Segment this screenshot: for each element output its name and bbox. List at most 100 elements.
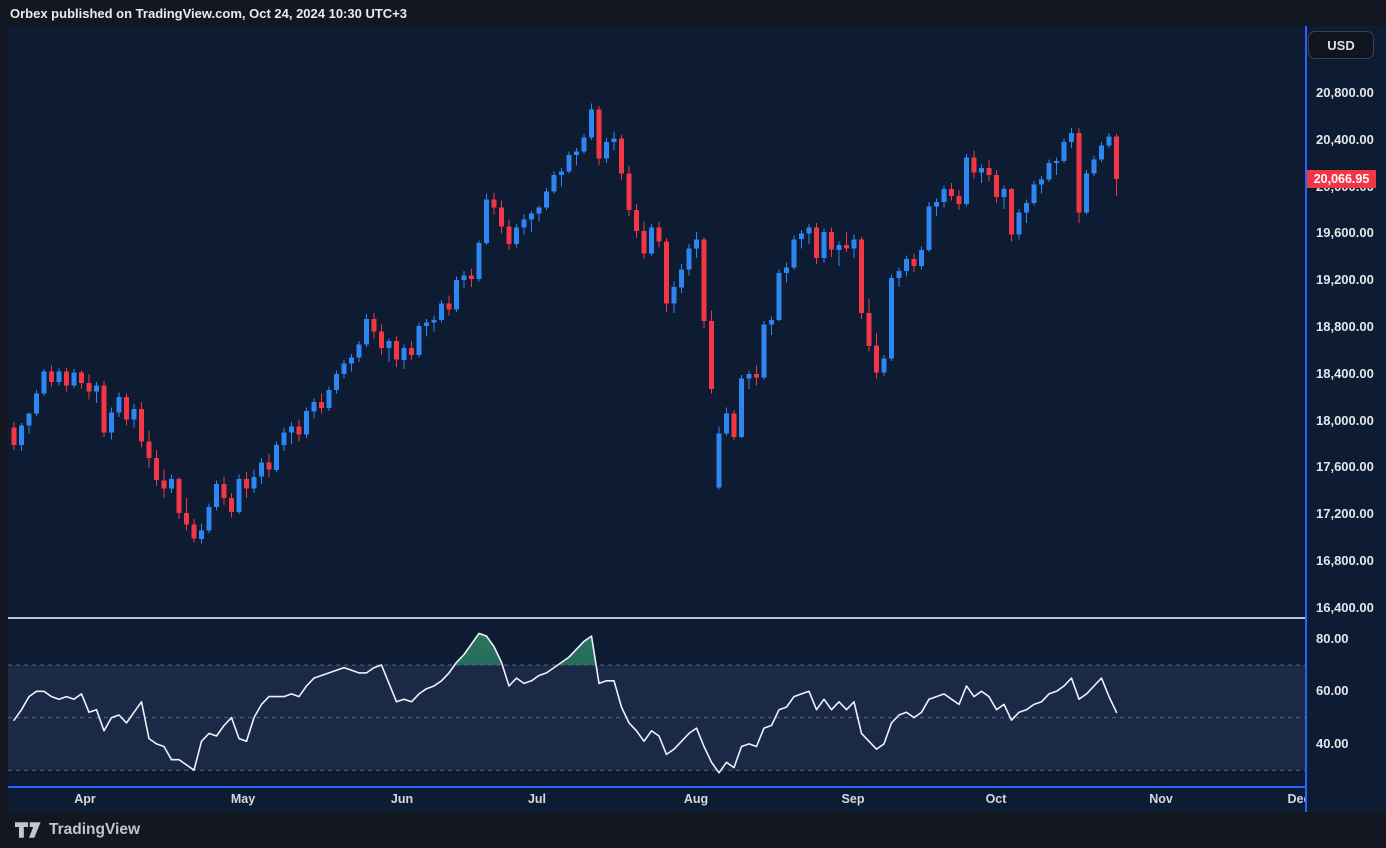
bull-candle — [56, 371, 62, 382]
bear-candle — [296, 426, 302, 435]
oscillator-axis-label: 60.00 — [1316, 683, 1349, 699]
bear-candle — [49, 371, 54, 382]
bull-candle — [169, 479, 174, 489]
bull-candle — [694, 239, 699, 249]
bull-candle — [889, 277, 894, 359]
bear-candle — [859, 239, 864, 313]
bull-candle — [581, 137, 587, 152]
price-axis-label: 18,800.00 — [1316, 319, 1374, 334]
bear-candle — [986, 167, 992, 175]
bear-candle — [146, 441, 152, 459]
time-axis-label-oct: Oct — [985, 792, 1007, 806]
time-axis[interactable]: Apr May Jun Jul Aug Sep Oct Nov Dec — [8, 788, 1305, 812]
bear-candle — [634, 210, 639, 232]
bear-candle — [1076, 132, 1082, 213]
bull-candle — [544, 191, 549, 208]
bull-candle — [799, 233, 804, 240]
price-axis-label: 20,800.00 — [1316, 85, 1374, 100]
price-axis-label: 17,600.00 — [1316, 459, 1374, 475]
bear-candle — [1114, 136, 1119, 179]
bull-candle — [1046, 163, 1052, 180]
bear-candle — [754, 373, 759, 378]
bull-candle — [964, 157, 969, 205]
price-axis-label: 17,200.00 — [1316, 506, 1374, 522]
bull-candle — [521, 219, 527, 228]
bull-candle — [716, 433, 722, 488]
candlestick-layer — [11, 103, 1119, 544]
bear-candle — [971, 157, 977, 173]
bear-candle — [994, 174, 999, 198]
tradingview-brand[interactable]: TradingView — [49, 821, 140, 839]
bull-candle — [896, 270, 902, 278]
currency-button[interactable]: USD — [1308, 31, 1374, 59]
time-axis-label-aug: Aug — [683, 792, 709, 806]
bear-candle — [409, 348, 414, 356]
bull-candle — [1039, 179, 1044, 185]
bull-candle — [26, 413, 32, 426]
price-axis-label: 19,200.00 — [1316, 272, 1374, 288]
bull-candle — [41, 371, 47, 394]
bear-candle — [641, 231, 647, 254]
bull-candle — [784, 267, 789, 274]
bear-candle — [656, 227, 662, 242]
price-axis-label: 19,600.00 — [1316, 225, 1374, 241]
bear-candle — [229, 497, 234, 512]
bull-candle — [199, 530, 204, 539]
bull-candle — [934, 201, 939, 207]
price-axis-label: 16,800.00 — [1316, 553, 1374, 568]
bear-candle — [814, 227, 819, 258]
bull-candle — [769, 320, 774, 325]
bear-candle — [664, 241, 669, 304]
bull-candle — [236, 479, 242, 512]
bull-candle — [416, 325, 422, 356]
bear-candle — [86, 383, 92, 392]
price-pane[interactable] — [8, 26, 1305, 617]
last-price-badge: 20,066.95 — [1307, 169, 1376, 188]
bear-candle — [394, 341, 399, 360]
bull-candle — [109, 412, 114, 433]
bull-candle — [1084, 173, 1089, 213]
time-axis-label-dec: Dec — [1287, 792, 1305, 806]
bull-candle — [439, 303, 444, 320]
bear-candle — [446, 303, 452, 310]
time-axis-label-may: May — [230, 792, 256, 806]
bull-candle — [1016, 212, 1022, 235]
bull-candle — [304, 411, 309, 435]
bull-candle — [116, 397, 122, 413]
bull-candle — [461, 275, 467, 281]
price-axis-label: 16,400.00 — [1316, 599, 1374, 615]
price-axis-label: 18,400.00 — [1316, 365, 1374, 381]
bull-candle — [746, 373, 752, 379]
bear-candle — [619, 138, 624, 174]
oscillator-pane[interactable] — [8, 619, 1305, 786]
bear-candle — [176, 479, 182, 513]
bull-candle — [1024, 203, 1029, 213]
tradingview-logo-icon[interactable] — [15, 821, 41, 839]
bull-candle — [334, 373, 339, 391]
bull-candle — [1091, 159, 1097, 174]
bear-candle — [124, 397, 129, 420]
bull-candle — [326, 390, 332, 408]
bull-candle — [881, 358, 887, 373]
bull-candle — [259, 462, 264, 477]
bull-candle — [671, 287, 677, 304]
bull-candle — [401, 348, 407, 360]
bull-candle — [431, 320, 437, 323]
bear-candle — [491, 199, 497, 208]
bull-candle — [94, 385, 99, 392]
bull-candle — [761, 324, 767, 378]
bull-candle — [214, 483, 219, 508]
price-axis[interactable]: USD 20,066.95 20,800.0020,400.0020,000.0… — [1305, 26, 1386, 812]
bull-candle — [484, 199, 489, 243]
bull-candle — [364, 318, 369, 345]
bull-candle — [251, 476, 257, 489]
price-axis-label: 20,400.00 — [1316, 131, 1374, 147]
bull-candle — [289, 426, 294, 433]
time-axis-label-sep: Sep — [841, 792, 865, 806]
oscillator-axis-label: 40.00 — [1316, 735, 1349, 751]
bear-candle — [221, 483, 227, 498]
bear-candle — [139, 408, 144, 442]
bear-candle — [371, 318, 377, 332]
time-axis-label-jul: Jul — [527, 792, 547, 806]
bull-candle — [476, 242, 482, 280]
